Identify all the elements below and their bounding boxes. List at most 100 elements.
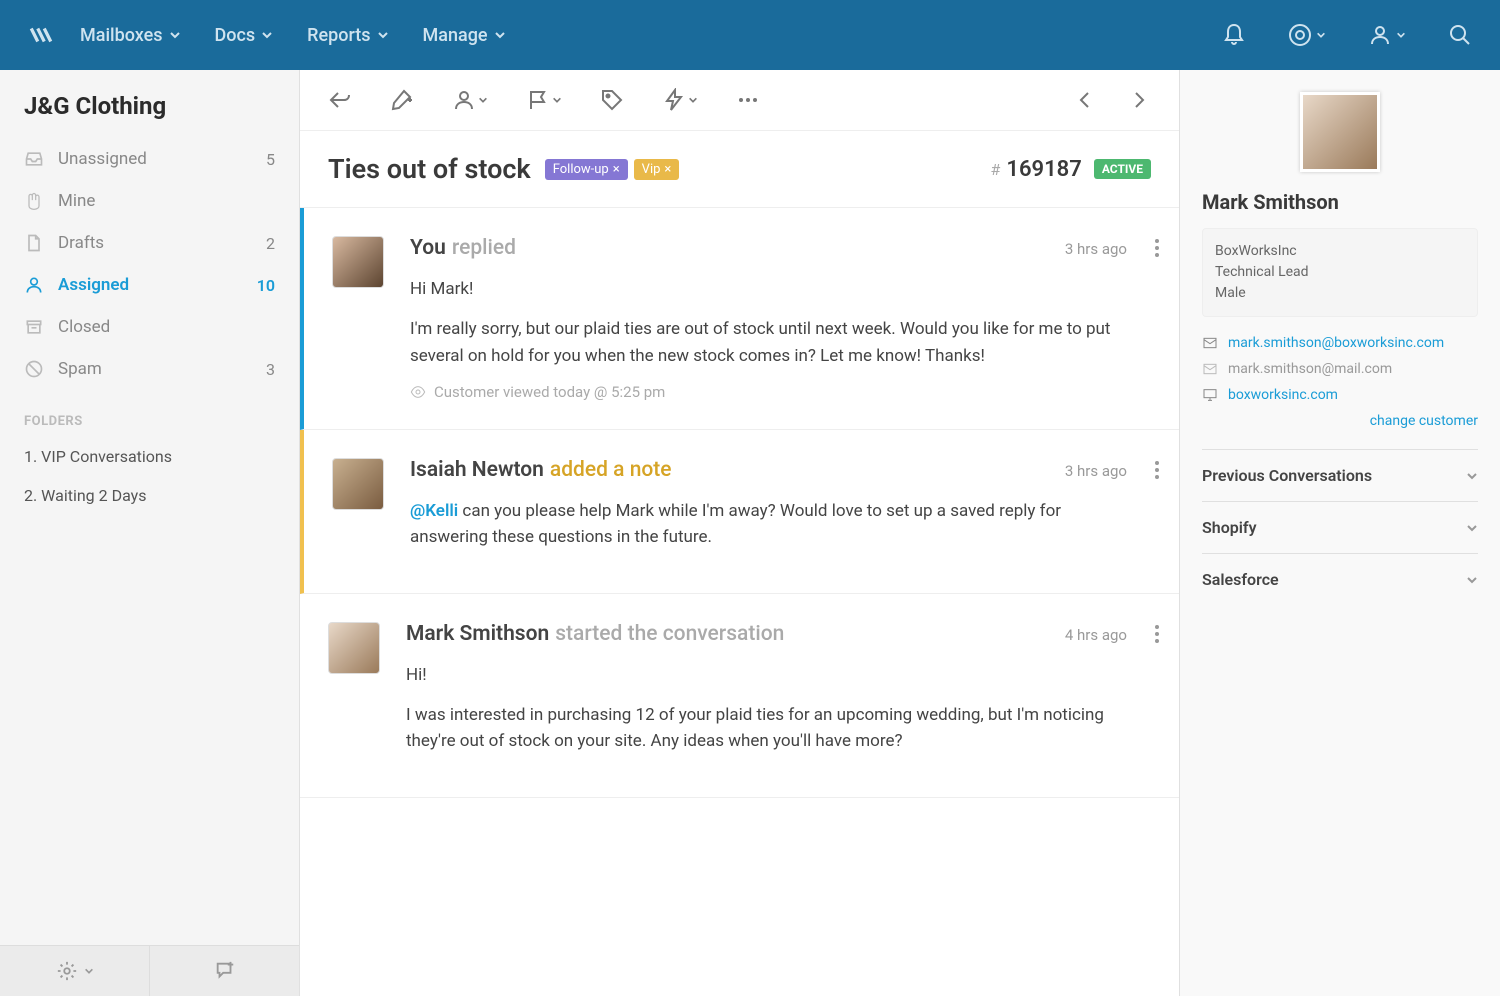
message-content: Hi! I was interested in purchasing 12 of…: [406, 662, 1127, 755]
new-chat-icon: [214, 960, 236, 982]
customer-email-secondary[interactable]: mark.smithson@mail.com: [1202, 361, 1478, 377]
message-author: Isaiah Newton: [410, 458, 544, 482]
panel-previous-conversations[interactable]: Previous Conversations: [1202, 449, 1478, 501]
message-menu[interactable]: [1155, 622, 1159, 646]
change-customer-link[interactable]: change customer: [1202, 413, 1478, 429]
panel-salesforce[interactable]: Salesforce: [1202, 553, 1478, 605]
app-logo[interactable]: [28, 22, 54, 48]
folder-unassigned[interactable]: Unassigned5: [0, 138, 299, 180]
ticket-hash: #: [991, 160, 1001, 179]
chevron-down-icon: [478, 95, 488, 105]
customer-website[interactable]: boxworksinc.com: [1202, 387, 1478, 403]
nav-manage[interactable]: Manage: [423, 25, 506, 46]
nav-mailboxes[interactable]: Mailboxes: [80, 25, 181, 46]
customer-company: BoxWorksInc: [1215, 241, 1465, 262]
lightning-icon: [662, 88, 686, 112]
subject-row: Ties out of stock Follow-up × Vip × # 16…: [300, 131, 1179, 208]
custom-folder-waiting[interactable]: 2. Waiting 2 Days: [0, 476, 299, 515]
status-badge: ACTIVE: [1094, 159, 1151, 179]
gear-icon: [56, 960, 78, 982]
custom-folder-vip[interactable]: 1. VIP Conversations: [0, 437, 299, 476]
folder-mine[interactable]: Mine: [0, 180, 299, 222]
conversation-subject: Ties out of stock: [328, 153, 531, 185]
next-icon[interactable]: [1127, 88, 1151, 112]
chevron-down-icon: [84, 966, 94, 976]
mailbox-title: J&G Clothing: [0, 70, 299, 138]
chevron-down-icon: [261, 29, 273, 41]
folders-header: FOLDERS: [0, 390, 299, 437]
message-action: started the conversation: [555, 622, 784, 646]
top-navigation: Mailboxes Docs Reports Manage: [0, 0, 1500, 70]
message-time: 3 hrs ago: [1065, 462, 1127, 480]
eye-icon: [410, 384, 426, 400]
viewed-status: Customer viewed today @ 5:25 pm: [410, 383, 1127, 401]
ticket-number: 169187: [1006, 157, 1081, 182]
conversation-content: Ties out of stock Follow-up × Vip × # 16…: [300, 70, 1180, 996]
monitor-icon: [1202, 387, 1218, 403]
message-avatar: [332, 458, 384, 510]
message-0: You replied 3 hrs ago Hi Mark! I'm reall…: [300, 208, 1179, 430]
tag-followup[interactable]: Follow-up ×: [545, 159, 628, 180]
new-conversation-button[interactable]: [150, 946, 299, 996]
message-2: Mark Smithson started the conversation 4…: [300, 594, 1179, 798]
chevron-down-icon: [1466, 574, 1478, 586]
folder-assigned[interactable]: Assigned10: [0, 264, 299, 306]
tag-vip[interactable]: Vip ×: [634, 159, 680, 180]
message-content: Hi Mark! I'm really sorry, but our plaid…: [410, 276, 1127, 369]
document-icon: [24, 233, 44, 253]
search-icon[interactable]: [1448, 23, 1472, 47]
customer-info-card: BoxWorksInc Technical Lead Male: [1202, 228, 1478, 317]
message-avatar: [332, 236, 384, 288]
email-icon: [1202, 335, 1218, 351]
notifications-icon[interactable]: [1222, 23, 1246, 47]
help-menu[interactable]: [1288, 23, 1326, 47]
nav-reports[interactable]: Reports: [307, 25, 388, 46]
sidebar: J&G Clothing Unassigned5 Mine Drafts2 As…: [0, 70, 300, 996]
person-icon: [452, 88, 476, 112]
chevron-down-icon: [552, 95, 562, 105]
message-menu[interactable]: [1155, 236, 1159, 260]
remove-tag-icon[interactable]: ×: [664, 162, 671, 177]
conversation-toolbar: [300, 70, 1179, 131]
folder-spam[interactable]: Spam3: [0, 348, 299, 390]
remove-tag-icon[interactable]: ×: [613, 162, 620, 177]
folder-closed[interactable]: Closed: [0, 306, 299, 348]
settings-button[interactable]: [0, 946, 150, 996]
customer-panel: Mark Smithson BoxWorksInc Technical Lead…: [1180, 70, 1500, 996]
chevron-down-icon: [688, 95, 698, 105]
more-icon[interactable]: [736, 88, 760, 112]
panel-shopify[interactable]: Shopify: [1202, 501, 1478, 553]
nav-docs[interactable]: Docs: [215, 25, 274, 46]
customer-title: Technical Lead: [1215, 262, 1465, 283]
user-icon: [1368, 23, 1392, 47]
message-time: 4 hrs ago: [1065, 626, 1127, 644]
user-menu[interactable]: [1368, 23, 1406, 47]
workflow-button[interactable]: [662, 88, 698, 112]
help-icon: [1288, 23, 1312, 47]
chevron-down-icon: [169, 29, 181, 41]
email-icon: [1202, 361, 1218, 377]
chevron-down-icon: [1466, 522, 1478, 534]
status-button[interactable]: [526, 88, 562, 112]
customer-gender: Male: [1215, 283, 1465, 304]
message-content: @Kelli can you please help Mark while I'…: [410, 498, 1127, 551]
folder-drafts[interactable]: Drafts2: [0, 222, 299, 264]
message-1: Isaiah Newton added a note 3 hrs ago @Ke…: [300, 430, 1179, 594]
flag-icon: [526, 88, 550, 112]
assign-button[interactable]: [452, 88, 488, 112]
mention[interactable]: @Kelli: [410, 501, 458, 521]
message-time: 3 hrs ago: [1065, 240, 1127, 258]
block-icon: [24, 359, 44, 379]
reply-icon[interactable]: [328, 88, 352, 112]
note-icon[interactable]: [390, 88, 414, 112]
message-author: Mark Smithson: [406, 622, 549, 646]
message-menu[interactable]: [1155, 458, 1159, 482]
chevron-down-icon: [1466, 470, 1478, 482]
customer-name: Mark Smithson: [1202, 190, 1478, 214]
archive-icon: [24, 317, 44, 337]
prev-icon[interactable]: [1073, 88, 1097, 112]
customer-email-primary[interactable]: mark.smithson@boxworksinc.com: [1202, 335, 1478, 351]
inbox-icon: [24, 149, 44, 169]
tag-icon[interactable]: [600, 88, 624, 112]
hand-icon: [24, 191, 44, 211]
